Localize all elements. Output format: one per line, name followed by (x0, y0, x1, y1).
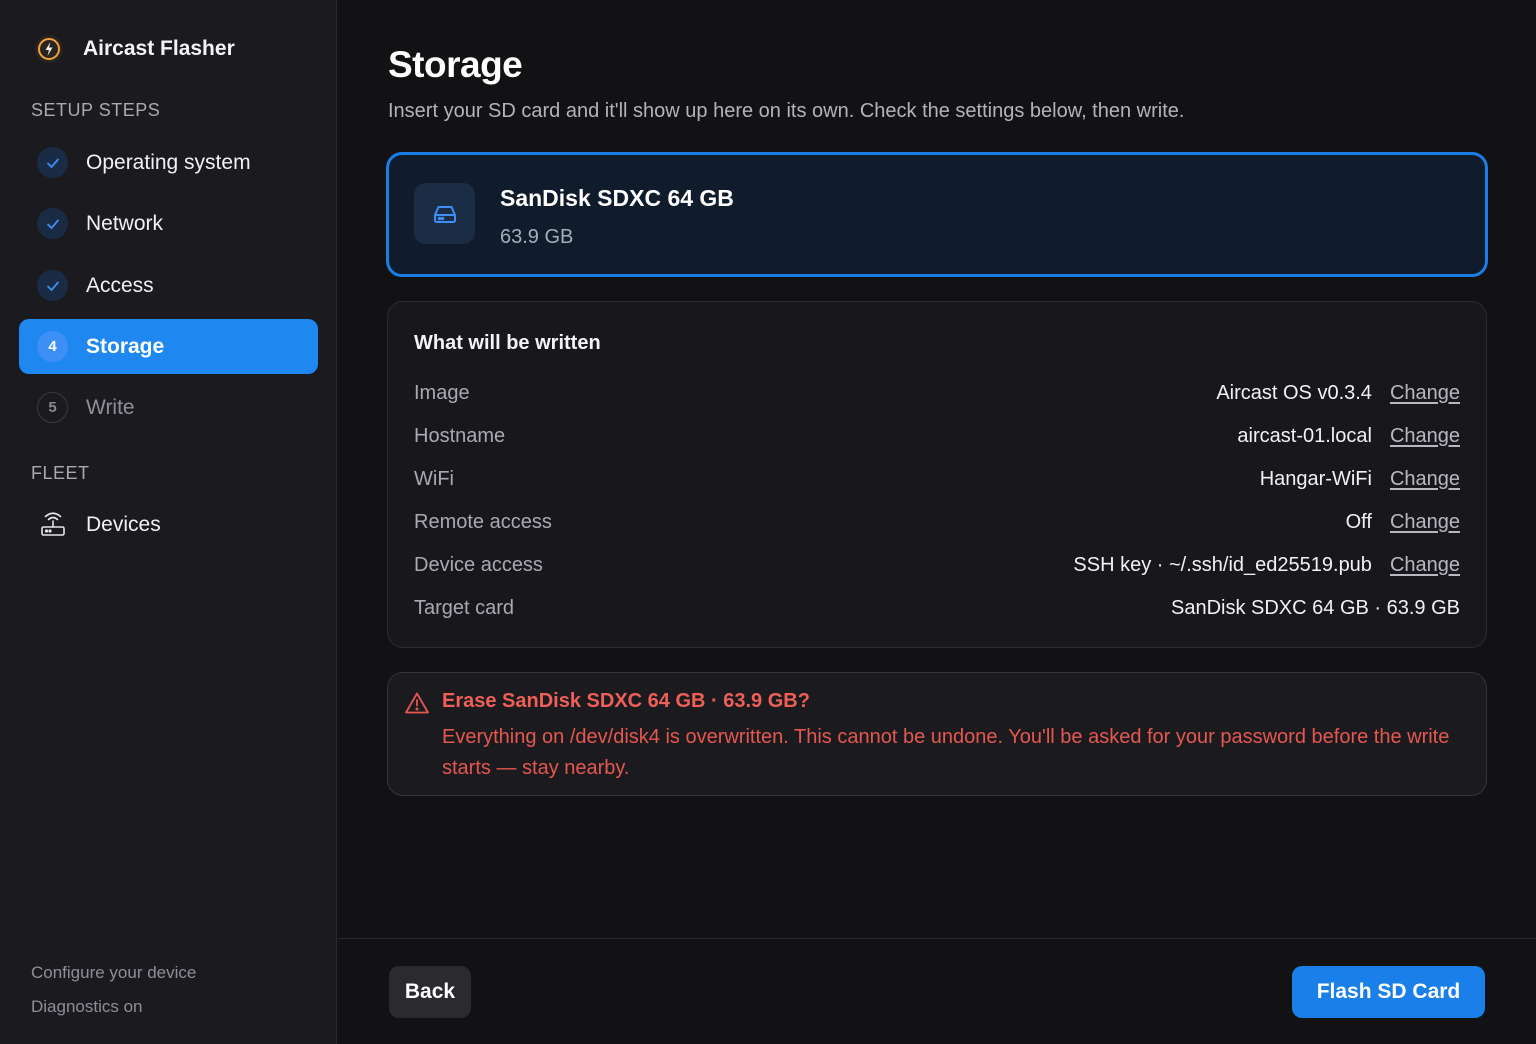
row-value: Aircast OS v0.3.4 (1216, 381, 1372, 404)
footer-divider (338, 938, 1536, 939)
summary-row-remote-access: Remote access Off Change (414, 507, 1460, 537)
erase-warning: Erase SanDisk SDXC 64 GB · 63.9 GB? Ever… (387, 672, 1487, 796)
row-label: WiFi (414, 467, 454, 490)
sidebar-item-write[interactable]: 5 Write (19, 380, 318, 435)
change-image-link[interactable]: Change (1390, 382, 1460, 405)
row-label: Image (414, 381, 470, 404)
row-value: aircast-01.local (1237, 424, 1372, 447)
warning-triangle-icon (404, 691, 430, 715)
summary-row-wifi: WiFi Hangar-WiFi Change (414, 464, 1460, 494)
sidebar-item-label: Devices (86, 512, 161, 536)
lightning-bolt-icon (32, 32, 66, 66)
change-hostname-link[interactable]: Change (1390, 425, 1460, 448)
row-value: Off (1345, 510, 1372, 533)
row-value: SanDisk SDXC 64 GB · 63.9 GB (1170, 596, 1460, 619)
sd-card-size: 63.9 GB (500, 226, 574, 248)
warning-title: Erase SanDisk SDXC 64 GB · 63.9 GB? (442, 690, 810, 712)
sidebar-item-access[interactable]: Access (19, 258, 318, 313)
change-remote-access-link[interactable]: Change (1390, 511, 1460, 534)
summary-heading: What will be written (414, 332, 601, 354)
warning-body: Everything on /dev/disk4 is overwritten.… (442, 726, 1450, 779)
step-number-badge: 4 (37, 331, 68, 362)
change-device-access-link[interactable]: Change (1390, 554, 1460, 577)
sidebar-item-storage[interactable]: 4 Storage (19, 319, 318, 374)
page-subtitle: Insert your SD card and it'll show up he… (388, 100, 1185, 122)
row-label: Hostname (414, 424, 506, 447)
summary-row-target-card: Target card SanDisk SDXC 64 GB · 63.9 GB (414, 593, 1460, 623)
row-label: Target card (414, 596, 515, 619)
sidebar-item-label: Network (86, 211, 164, 235)
app-title: Aircast Flasher (83, 37, 235, 60)
row-value: SSH key · ~/.ssh/id_ed25519.pub (1073, 553, 1372, 576)
sidebar-footer-diagnostics: Diagnostics on (31, 997, 143, 1016)
page-title: Storage (388, 44, 523, 85)
row-label: Device access (414, 553, 543, 576)
summary-row-hostname: Hostname aircast-01.local Change (414, 421, 1460, 451)
row-label: Remote access (414, 510, 552, 533)
sidebar-item-label: Operating system (86, 150, 251, 174)
brand: Aircast Flasher (32, 32, 235, 66)
write-summary: What will be written Image Aircast OS v0… (387, 301, 1487, 648)
sidebar: Aircast Flasher SETUP STEPS Operating sy… (0, 0, 337, 1044)
sd-card-name: SanDisk SDXC 64 GB (500, 185, 734, 211)
back-button[interactable]: Back (389, 966, 471, 1018)
step-number-badge: 5 (37, 392, 68, 423)
sidebar-item-label: Access (86, 273, 154, 297)
fleet-label: FLEET (31, 463, 90, 483)
sidebar-item-devices[interactable]: Devices (19, 497, 318, 552)
row-value: Hangar-WiFi (1259, 467, 1372, 490)
sidebar-item-label: Storage (86, 334, 165, 358)
sidebar-item-operating-system[interactable]: Operating system (19, 135, 318, 190)
sidebar-footer-configure: Configure your device (31, 963, 197, 982)
router-icon (39, 511, 67, 539)
flash-sd-card-button[interactable]: Flash SD Card (1292, 966, 1485, 1018)
change-wifi-link[interactable]: Change (1390, 468, 1460, 491)
setup-steps-label: SETUP STEPS (31, 100, 161, 120)
sidebar-item-network[interactable]: Network (19, 196, 318, 251)
check-icon (37, 208, 68, 239)
check-icon (37, 147, 68, 178)
check-icon (37, 270, 68, 301)
sd-card-option[interactable]: SanDisk SDXC 64 GB 63.9 GB (386, 152, 1488, 277)
summary-row-image: Image Aircast OS v0.3.4 Change (414, 378, 1460, 408)
sidebar-item-label: Write (86, 395, 135, 419)
drive-icon (414, 183, 475, 244)
summary-row-device-access: Device access SSH key · ~/.ssh/id_ed2551… (414, 550, 1460, 580)
